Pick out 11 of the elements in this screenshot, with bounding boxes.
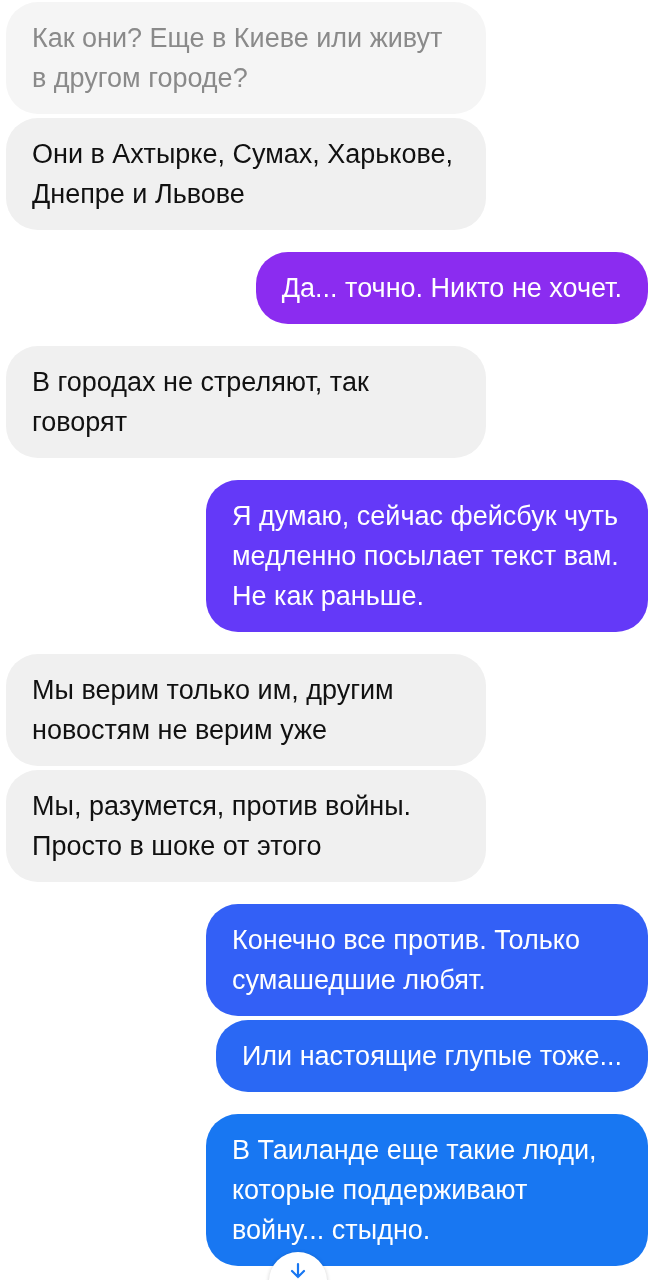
message-bubble: Мы, разумется, против войны. Просто в шоке от этого xyxy=(6,770,486,882)
message-bubble: В Таиланде еще такие люди, которые поддерживают войну... стыдно. xyxy=(206,1114,648,1266)
arrow-down-icon xyxy=(289,1262,307,1280)
message-bubble: Я думаю, сейчас фейсбук чуть медленно посылает текст вам. Не как раньше. xyxy=(206,480,648,632)
message-bubble: Как они? Еще в Киеве или живут в другом городе? xyxy=(6,2,486,114)
message-bubble: Мы верим только им, другим новостям не верим уже xyxy=(6,654,486,766)
message-bubble: Конечно все против. Только сумашедшие любят. xyxy=(206,904,648,1016)
message-bubble: Да... точно. Никто не хочет. xyxy=(255,252,648,324)
message-bubble: Или настоящие глупые тоже... xyxy=(215,1020,648,1092)
message-bubble: Они в Ахтырке, Сумах, Харькове, Днепре и Львове xyxy=(6,118,486,230)
message-bubble: В городах не стреляют, так говорят xyxy=(6,346,486,458)
